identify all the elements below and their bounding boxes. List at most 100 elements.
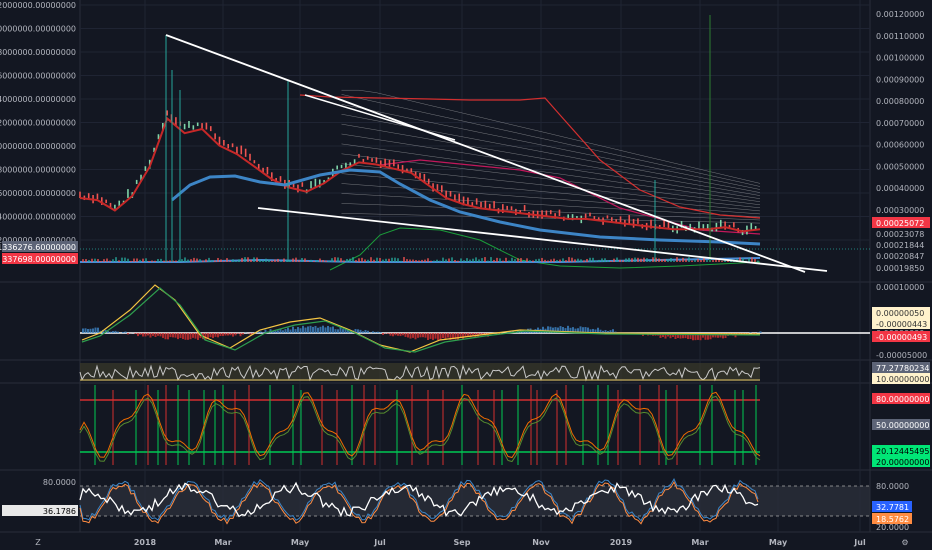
macd-histogram-bar	[397, 333, 399, 336]
volume-bar	[388, 258, 390, 262]
left-price-label: 1336276.60000000	[0, 243, 76, 252]
price-candle	[196, 122, 199, 127]
price-candle	[375, 157, 378, 163]
stoch-label: 20.12445495	[876, 447, 929, 456]
price-candle	[471, 202, 474, 206]
macd-histogram-bar	[457, 333, 459, 340]
volume-bar	[682, 257, 684, 262]
macd-histogram-bar	[164, 333, 167, 340]
volume-bar	[217, 257, 219, 262]
macd-histogram-bar	[432, 333, 434, 340]
price-candle	[105, 199, 107, 204]
volume-bar	[460, 258, 462, 262]
time-axis-label: 2019	[610, 538, 633, 547]
volume-bar	[379, 257, 381, 262]
price-candle	[314, 178, 317, 187]
volume-bar	[283, 258, 285, 262]
price-panel[interactable]	[79, 15, 870, 273]
volume-bar	[424, 259, 426, 262]
price-candle	[558, 209, 561, 217]
right-axis-tick: 0.00070000	[876, 119, 924, 128]
macd-histogram-bar	[392, 333, 394, 337]
volume-bar	[565, 260, 567, 262]
price-candle	[449, 191, 452, 197]
indicator-panel-2[interactable]	[79, 363, 761, 382]
price-candle	[458, 193, 461, 203]
envelope-line	[341, 133, 761, 199]
volume-bar	[604, 258, 606, 262]
volume-bar	[475, 257, 477, 262]
price-candle	[214, 133, 216, 140]
macd-histogram-bar	[117, 331, 119, 333]
macd-histogram-bar	[232, 333, 234, 337]
right-axis-tick: 0.00050000	[876, 162, 924, 171]
volume-bar	[436, 259, 438, 262]
volume-bar	[607, 260, 609, 262]
volume-bar	[346, 258, 348, 262]
macd-histogram-bar	[172, 333, 174, 338]
volume-bar	[154, 260, 156, 262]
macd-histogram-bar	[147, 333, 149, 336]
volume-bar	[556, 260, 558, 262]
price-candle	[750, 223, 753, 230]
macd-histogram-bar	[417, 333, 419, 338]
volume-bar	[82, 259, 84, 262]
volume-bar	[136, 258, 138, 262]
volume-bar	[121, 257, 123, 262]
price-candle	[249, 153, 251, 161]
volume-bar	[244, 257, 246, 262]
chart-canvas[interactable]: 2018 Mar May Jul Sep Nov 2019 Mar May Jul Z ⚙ 220000…	[0, 0, 932, 550]
macd-histogram-bar	[122, 332, 124, 333]
volume-bar	[511, 257, 513, 262]
volume-bar	[148, 260, 150, 262]
volume-bar	[505, 257, 507, 262]
macd-histogram-bar	[434, 333, 437, 339]
price-blue-ma	[171, 168, 761, 246]
right-axis-tick: 0.00110000	[876, 32, 924, 41]
volume-bar	[106, 258, 108, 262]
macd-histogram-bar	[214, 333, 217, 337]
right-price-label: 0.00023078	[876, 230, 924, 239]
macd-line	[81, 287, 761, 353]
rsi-panel[interactable]	[79, 478, 870, 525]
stoch-k-line	[79, 391, 761, 459]
macd-histogram-bar	[162, 333, 164, 338]
volume-bar	[289, 260, 291, 262]
stochastic-panel[interactable]	[79, 385, 761, 465]
volume-bar	[676, 257, 678, 262]
price-candle	[166, 110, 168, 116]
volume-bar	[439, 260, 441, 262]
volume-bar	[214, 260, 216, 262]
macd-histogram-bar	[364, 330, 367, 333]
volume-bar	[517, 258, 519, 262]
price-candle	[549, 210, 552, 215]
volume-bar	[538, 258, 540, 262]
price-candle	[144, 166, 147, 171]
right-price-label: 0.00025072	[876, 219, 924, 228]
price-candle	[135, 179, 138, 185]
macd-histogram-bar	[304, 327, 307, 333]
volume-bar	[616, 257, 618, 262]
macd-histogram-bar	[312, 326, 314, 333]
volume-bar	[406, 259, 408, 262]
volume-bar	[304, 258, 306, 262]
macd-panel[interactable]	[80, 284, 870, 353]
volume-bar	[541, 257, 543, 262]
volume-bar	[448, 258, 450, 262]
volume-bar	[619, 259, 621, 262]
left-axis-tick: 6000000.00000000	[0, 189, 76, 198]
stoch-label: 20.00000000	[876, 458, 929, 467]
price-candle	[114, 204, 116, 209]
macd-histogram-bar	[192, 333, 194, 338]
volume-bar	[112, 259, 114, 262]
volume-bar	[355, 260, 357, 262]
price-candle	[475, 198, 478, 205]
volume-bar	[373, 259, 375, 262]
time-axis-label: Mar	[691, 538, 708, 547]
volume-bar	[550, 259, 552, 262]
volume-bar	[610, 260, 612, 262]
volume-bar	[238, 259, 240, 262]
macd-histogram-bar	[179, 333, 182, 338]
volume-bar	[142, 258, 144, 262]
volume-bar	[523, 260, 525, 262]
